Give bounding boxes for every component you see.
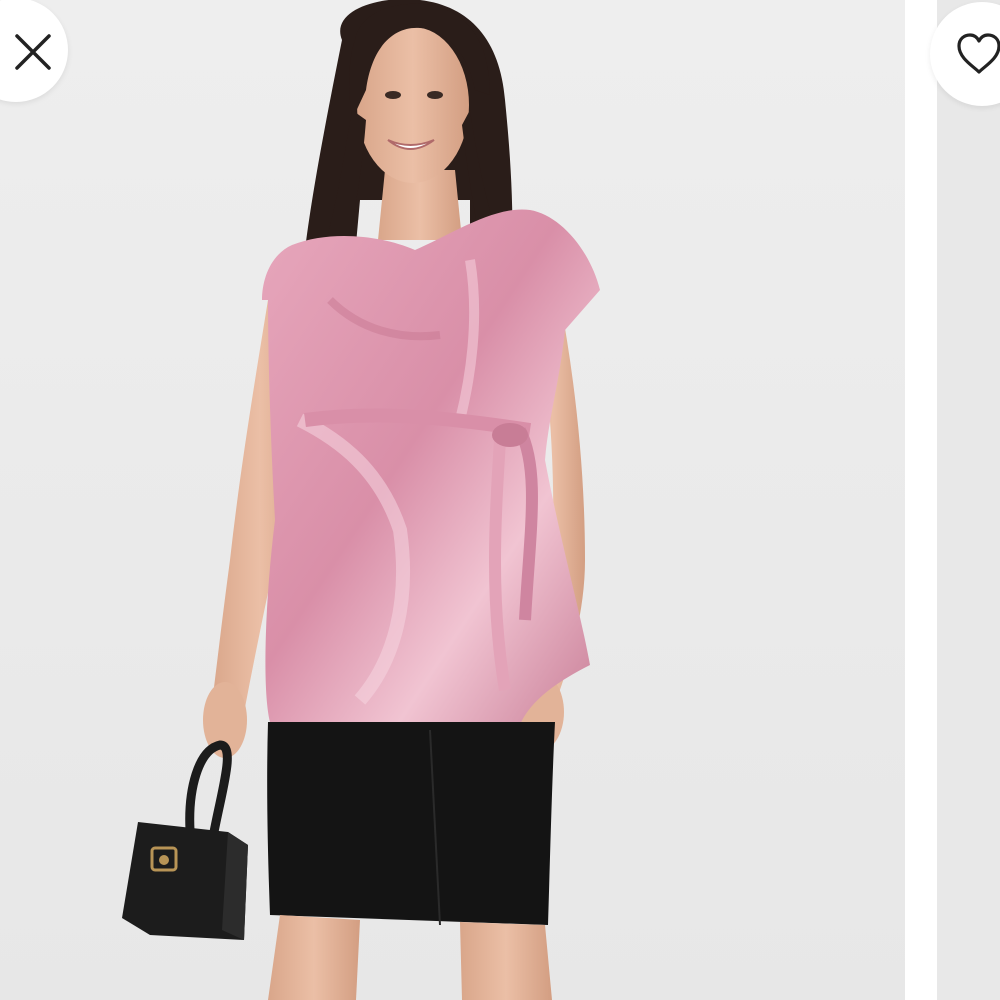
gallery-slide-current[interactable] (0, 0, 905, 1000)
close-icon (15, 34, 51, 70)
gallery-divider (905, 0, 937, 1000)
gallery-slide-next-peek[interactable] (937, 0, 1000, 1000)
product-image-viewer (0, 0, 1000, 1000)
product-photo (0, 0, 905, 1000)
heart-outline-icon (957, 33, 1000, 74)
